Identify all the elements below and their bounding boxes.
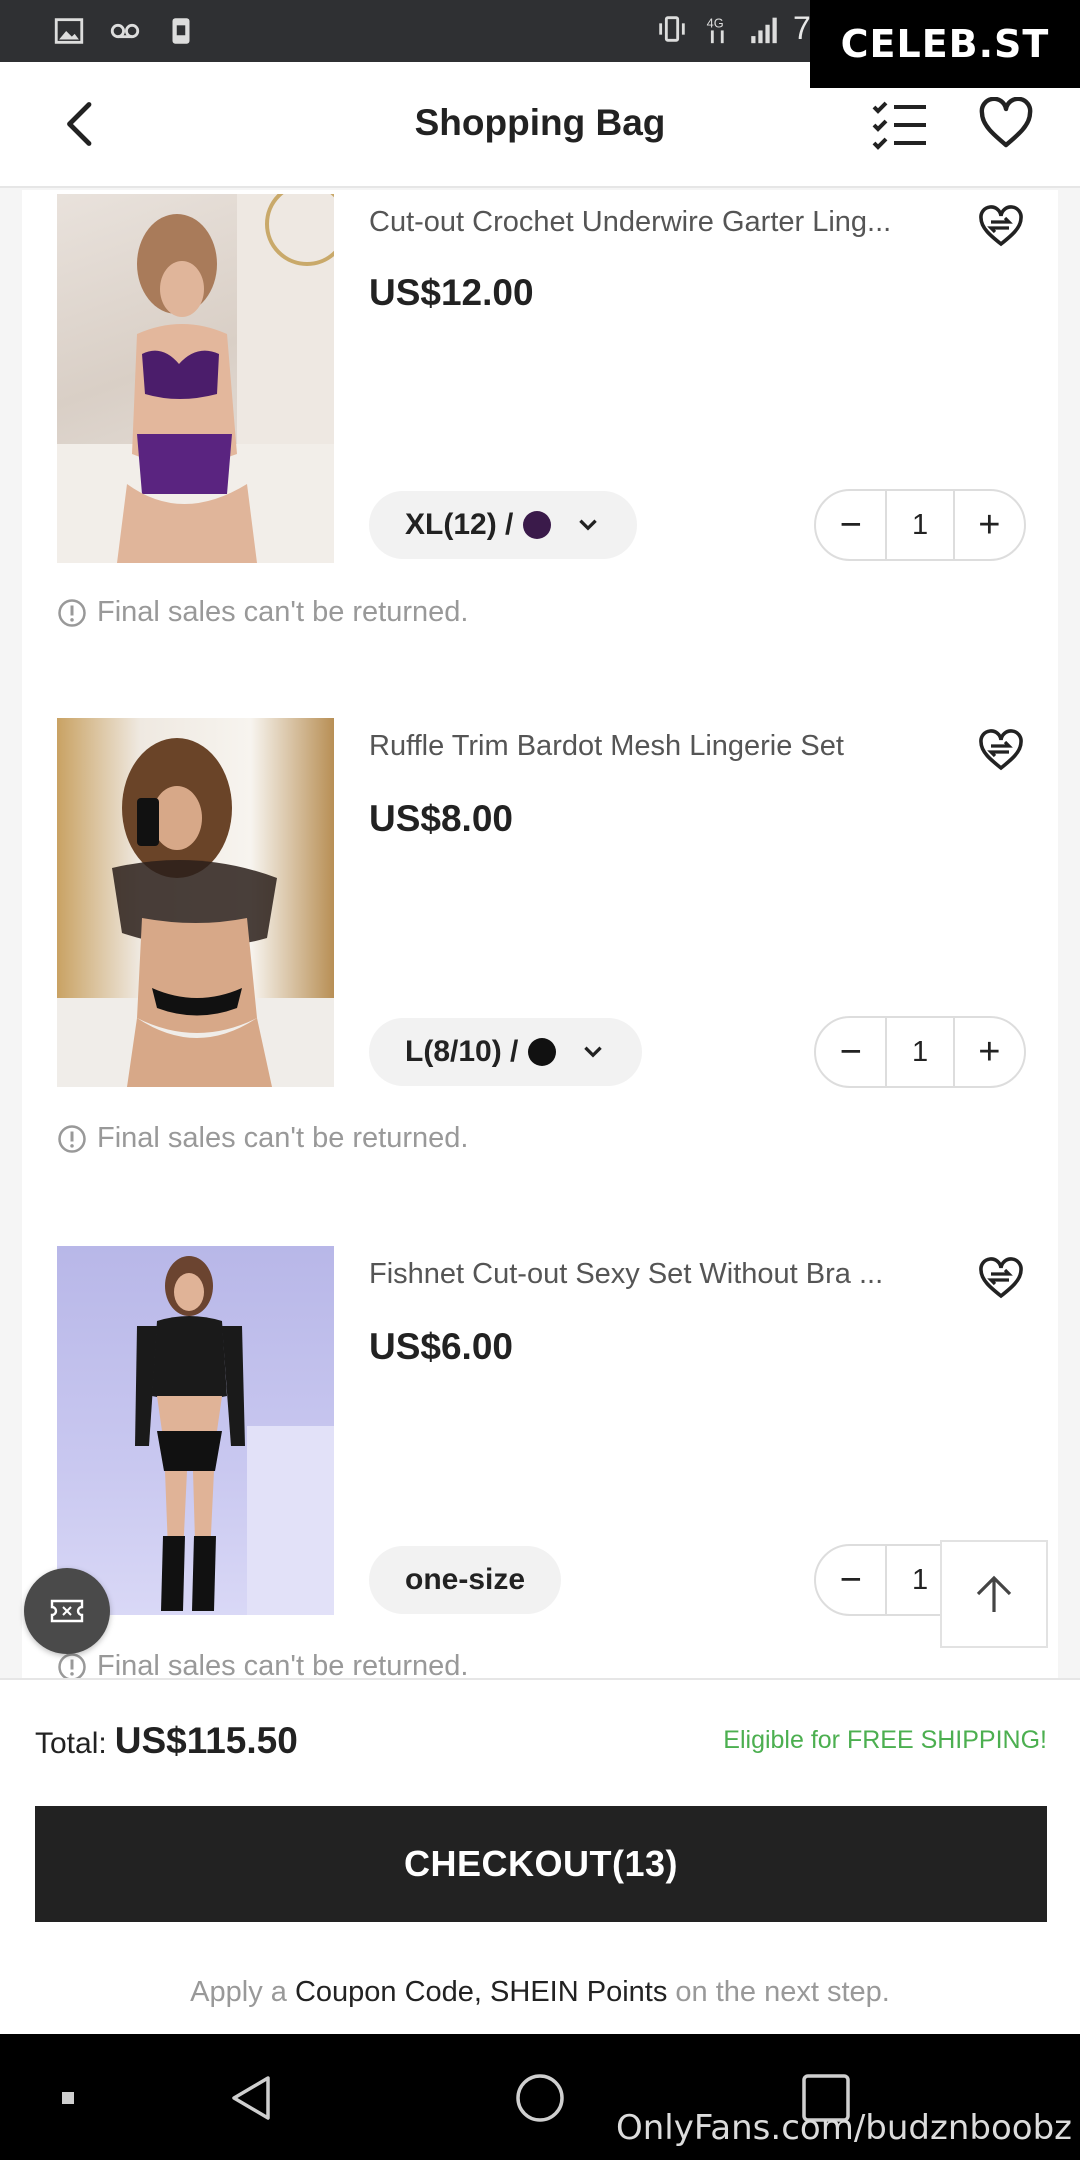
final-sale-notice: Final sales can't be returned. bbox=[57, 1650, 468, 1678]
vibrate-icon bbox=[659, 15, 685, 42]
product-photo bbox=[135, 1256, 334, 1615]
status-bar-right-icons: 4G 79 bbox=[655, 10, 829, 47]
wishlist-button[interactable] bbox=[978, 96, 1038, 153]
decrease-quantity-button[interactable]: − bbox=[816, 491, 885, 559]
size-selector[interactable]: one-size bbox=[369, 1546, 562, 1614]
product-photo bbox=[57, 738, 334, 1087]
4g-data-icon: 4G bbox=[707, 15, 724, 43]
heart-swap-icon bbox=[979, 1257, 1023, 1299]
info-circle-icon bbox=[58, 1652, 86, 1678]
status-bar-left-icons bbox=[52, 14, 198, 48]
checkout-footer: Total: US$115.50 Eligible for FREE SHIPP… bbox=[0, 1678, 1080, 2034]
attr-label: XL(12) / bbox=[405, 508, 514, 541]
coupon-floating-button[interactable] bbox=[24, 1568, 110, 1654]
move-to-wishlist-button[interactable] bbox=[977, 202, 1025, 250]
product-price: US$12.00 bbox=[369, 272, 534, 313]
voicemail-icon bbox=[110, 23, 140, 39]
product-photo bbox=[57, 194, 334, 563]
product-price: US$8.00 bbox=[369, 798, 513, 839]
size-color-selector[interactable]: L(8/10) / bbox=[369, 1018, 643, 1086]
recent-dot-icon[interactable] bbox=[40, 2070, 96, 2126]
order-total: Total: US$115.50 bbox=[35, 1720, 298, 1762]
info-circle-icon bbox=[58, 598, 86, 627]
product-price: US$6.00 bbox=[369, 1326, 513, 1367]
increase-quantity-button[interactable]: + bbox=[955, 491, 1024, 559]
bag-item: Cut-out Crochet Underwire Garter Ling...… bbox=[22, 190, 1058, 718]
info-circle-icon bbox=[58, 1124, 86, 1153]
decrease-quantity-button[interactable]: − bbox=[816, 1018, 885, 1086]
product-title[interactable]: Fishnet Cut-out Sexy Set Without Bra ... bbox=[369, 1258, 949, 1291]
heart-swap-icon bbox=[979, 205, 1023, 247]
product-title[interactable]: Ruffle Trim Bardot Mesh Lingerie Set bbox=[369, 730, 949, 763]
color-swatch bbox=[523, 511, 552, 539]
signal-icon bbox=[751, 17, 777, 43]
bag-item-list[interactable]: Cut-out Crochet Underwire Garter Ling...… bbox=[22, 190, 1058, 1678]
home-circle-icon[interactable] bbox=[512, 2070, 568, 2126]
back-triangle-icon[interactable] bbox=[224, 2070, 280, 2126]
bag-item: Ruffle Trim Bardot Mesh Lingerie Set US$… bbox=[22, 718, 1058, 1246]
product-title[interactable]: Cut-out Crochet Underwire Garter Ling... bbox=[369, 206, 949, 239]
checklist-button[interactable] bbox=[870, 97, 930, 153]
free-shipping-note: Eligible for FREE SHIPPING! bbox=[723, 1726, 1047, 1754]
move-to-wishlist-button[interactable] bbox=[977, 726, 1025, 774]
gallery-icon bbox=[54, 18, 84, 44]
quantity-value[interactable]: 1 bbox=[885, 491, 955, 559]
final-sale-notice: Final sales can't be returned. bbox=[57, 596, 468, 629]
size-color-selector[interactable]: XL(12) / bbox=[369, 491, 638, 559]
chevron-down-icon bbox=[579, 519, 598, 531]
coupon-points-link[interactable]: Coupon Code, SHEIN Points bbox=[295, 1976, 667, 2008]
quantity-stepper[interactable]: − 1 + bbox=[814, 1016, 1026, 1088]
arrow-up-icon bbox=[976, 1575, 1012, 1612]
product-image[interactable] bbox=[57, 194, 334, 563]
product-image[interactable] bbox=[57, 718, 334, 1087]
apply-coupon-hint: Apply a Coupon Code, SHEIN Points on the… bbox=[190, 1976, 890, 2008]
bag-item: Fishnet Cut-out Sexy Set Without Bra ...… bbox=[22, 1246, 1058, 1678]
chevron-down-icon bbox=[584, 1046, 603, 1058]
attr-label: L(8/10) / bbox=[405, 1035, 519, 1068]
ticket-icon bbox=[50, 1599, 84, 1623]
decrease-quantity-button[interactable]: − bbox=[816, 1546, 885, 1614]
total-amount: US$115.50 bbox=[114, 1720, 298, 1761]
watermark-top: CELEB.ST bbox=[810, 0, 1080, 88]
final-sale-notice: Final sales can't be returned. bbox=[57, 1122, 468, 1155]
attr-label: one-size bbox=[405, 1563, 526, 1596]
heart-icon bbox=[979, 96, 1033, 148]
scroll-to-top-button[interactable] bbox=[940, 1540, 1048, 1648]
color-swatch bbox=[528, 1038, 557, 1066]
heart-swap-icon bbox=[979, 729, 1023, 771]
quantity-value[interactable]: 1 bbox=[885, 1018, 955, 1086]
sim-manager-icon bbox=[172, 18, 190, 44]
watermark-bottom: OnlyFans.com/budznboobz bbox=[615, 2108, 1072, 2148]
svg-text:4G: 4G bbox=[707, 15, 724, 30]
move-to-wishlist-button[interactable] bbox=[977, 1254, 1025, 1302]
quantity-stepper[interactable]: − 1 + bbox=[814, 489, 1026, 561]
product-image[interactable] bbox=[57, 1246, 334, 1615]
checkout-button[interactable]: CHECKOUT(13) bbox=[35, 1806, 1047, 1922]
increase-quantity-button[interactable]: + bbox=[955, 1018, 1024, 1086]
checklist-icon bbox=[872, 101, 926, 150]
total-label: Total: bbox=[35, 1727, 107, 1760]
